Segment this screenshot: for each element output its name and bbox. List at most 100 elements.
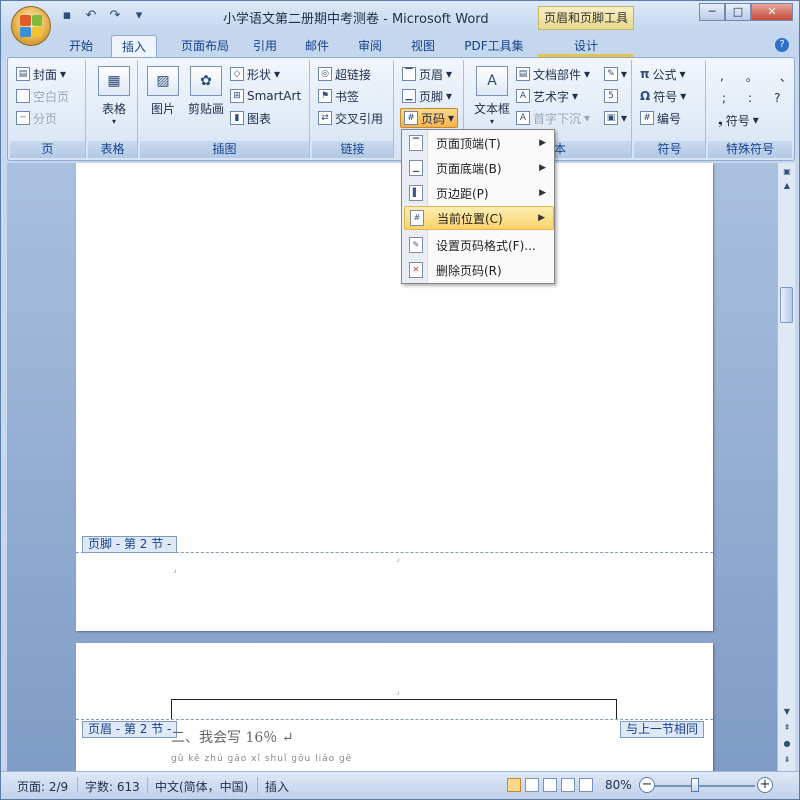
tab-home[interactable]: 开始 [59,35,103,57]
tab-pdf-tools[interactable]: PDF工具集 [459,35,529,57]
web-layout-icon[interactable] [543,778,557,792]
menu-item-current-position[interactable]: # 当前位置(C) ▶ [404,206,554,230]
close-button[interactable]: ✕ [751,3,793,21]
clipart-button[interactable]: ✿ 剪贴画 [186,66,226,117]
status-word-count[interactable]: 字数: 613 [85,778,140,795]
special-symbol-button[interactable]: ❟ 符号 ▾ [718,110,759,130]
window-title: 小学语文第二册期中考测卷 - Microsoft Word [223,12,489,27]
same-as-previous-tab: 与上一节相同 [620,721,705,738]
period-symbol[interactable]: 。 [746,68,758,85]
symbol-button[interactable]: Ω 符号 ▾ [640,86,686,106]
numbering-label: 编号 [657,111,682,126]
menu-item-page-top[interactable]: ▔ 页面顶端(T) ▶ [404,131,554,155]
cover-page-button[interactable]: ▤ 封面 ▾ [16,64,66,84]
quick-parts-label: 文档部件 [533,67,582,82]
document-area[interactable]: 页脚 - 第 2 节 - .ı .ı .ı 页眉 - 第 2 节 - 与上一节相… [7,163,777,771]
date-time-button[interactable]: 5 [604,86,618,106]
group-table: ▦ 表格 ▾ 表格 [88,60,138,158]
drop-cap-button[interactable]: A 首字下沉 ▾ [516,108,590,128]
vertical-scrollbar[interactable]: ▣ ▲ ▼ ⇞ ● ⇟ [777,163,795,771]
next-page-icon[interactable]: ⇟ [781,755,793,764]
enum-comma-symbol[interactable]: 、 [780,68,792,85]
hyperlink-button[interactable]: ◎ 超链接 [318,64,371,84]
draft-view-icon[interactable] [579,778,593,792]
signature-line-button[interactable]: ✎ ▾ [604,64,627,84]
status-page[interactable]: 页面: 2/9 [17,778,68,795]
quick-parts-button[interactable]: ▤ 文档部件 ▾ [516,64,590,84]
zoom-in-button[interactable]: + [757,777,773,793]
drop-cap-icon: A [516,111,530,125]
menu-item-page-bottom[interactable]: ▁ 页面底端(B) ▶ [404,156,554,180]
tab-page-layout[interactable]: 页面布局 [167,35,243,57]
menu-item-remove-page-numbers[interactable]: ✕ 删除页码(R) [404,258,554,282]
customize-qat-icon[interactable]: ▾ [129,7,149,25]
menu-item-label: 当前位置(C) [437,211,503,226]
help-icon[interactable]: ? [775,38,789,52]
zoom-slider-track[interactable] [655,785,755,787]
blank-page-label: 空白页 [33,89,70,104]
full-screen-reading-icon[interactable] [525,778,539,792]
tab-review[interactable]: 审阅 [351,35,389,57]
print-layout-view-icon[interactable] [507,778,521,792]
menu-item-page-margins[interactable]: ▌ 页边距(P) ▶ [404,181,554,205]
smartart-button[interactable]: ⊞ SmartArt [230,86,301,106]
tab-view[interactable]: 视图 [404,35,442,57]
object-button[interactable]: ▣ ▾ [604,108,627,128]
status-insert-mode[interactable]: 插入 [265,778,289,795]
picture-button[interactable]: ▨ 图片 [146,66,180,117]
semicolon-symbol[interactable]: ; [722,91,726,105]
save-icon[interactable]: ▪ [57,7,77,25]
bookmark-icon: ⚑ [318,89,332,103]
page-number-button[interactable]: # 页码 ▾ [400,108,459,128]
table-button[interactable]: ▦ 表格 ▾ [96,66,132,126]
footer-label: 页脚 [419,89,444,104]
scroll-thumb[interactable] [780,287,793,323]
chart-button[interactable]: ▮ 图表 [230,108,271,128]
office-button[interactable] [11,6,51,46]
minimize-button[interactable]: ─ [699,3,725,21]
wordart-button[interactable]: A 艺术字 ▾ [516,86,578,106]
special-symbol-label: 符号 [725,113,750,128]
blank-page-button[interactable]: 空白页 [16,86,69,106]
equation-button[interactable]: π 公式 ▾ [640,64,686,84]
scroll-down-icon[interactable]: ▼ [781,707,793,716]
zoom-level[interactable]: 80% [605,778,632,792]
maximize-button[interactable]: □ [725,3,751,21]
bookmark-button[interactable]: ⚑ 书签 [318,86,359,106]
numbering-button[interactable]: # 编号 [640,108,681,128]
page-break-label: 分页 [33,111,58,126]
shapes-icon: ◇ [230,67,244,81]
page-2[interactable]: .ı 页眉 - 第 2 节 - 与上一节相同 二、我会写 16％ ↵ ɡǔ kě… [76,643,713,771]
zoom-out-button[interactable]: − [639,777,655,793]
ruler-toggle-icon[interactable]: ▣ [781,167,793,176]
header-button[interactable]: ▔ 页眉 ▾ [402,64,452,84]
tab-design[interactable]: 设计 [538,35,634,57]
tab-mailings[interactable]: 邮件 [299,35,335,57]
prev-page-icon[interactable]: ⇞ [781,723,793,732]
quick-access-toolbar: ▪ ↶ ↷ ▾ [57,7,149,25]
page-break-button[interactable]: ╌ 分页 [16,108,57,128]
tab-insert[interactable]: 插入 [111,35,157,57]
smartart-icon: ⊞ [230,89,244,103]
tab-references[interactable]: 引用 [247,35,283,57]
browse-object-icon[interactable]: ● [781,739,793,748]
undo-icon[interactable]: ↶ [81,7,101,25]
header-label: 页眉 [419,67,444,82]
page-1[interactable]: 页脚 - 第 2 节 - .ı .ı [76,163,713,631]
colon-symbol[interactable]: : [748,91,752,105]
redo-icon[interactable]: ↷ [105,7,125,25]
paragraph-mark: .ı [173,568,177,575]
shapes-button[interactable]: ◇ 形状 ▾ [230,64,280,84]
scroll-up-icon[interactable]: ▲ [781,181,793,190]
outline-view-icon[interactable] [561,778,575,792]
bookmark-label: 书签 [335,89,360,104]
paragraph-mark: .ı [396,557,400,564]
cross-reference-button[interactable]: ⇄ 交叉引用 [318,108,383,128]
menu-item-format-page-numbers[interactable]: ✎ 设置页码格式(F)... [404,233,554,257]
status-language[interactable]: 中文(简体，中国) [155,778,248,795]
question-symbol[interactable]: ? [774,91,780,105]
footer-button[interactable]: ▁ 页脚 ▾ [402,86,452,106]
zoom-slider-knob[interactable] [691,778,699,792]
textbox-button[interactable]: A 文本框 ▾ [472,66,512,126]
comma-symbol[interactable]: , [720,69,724,83]
